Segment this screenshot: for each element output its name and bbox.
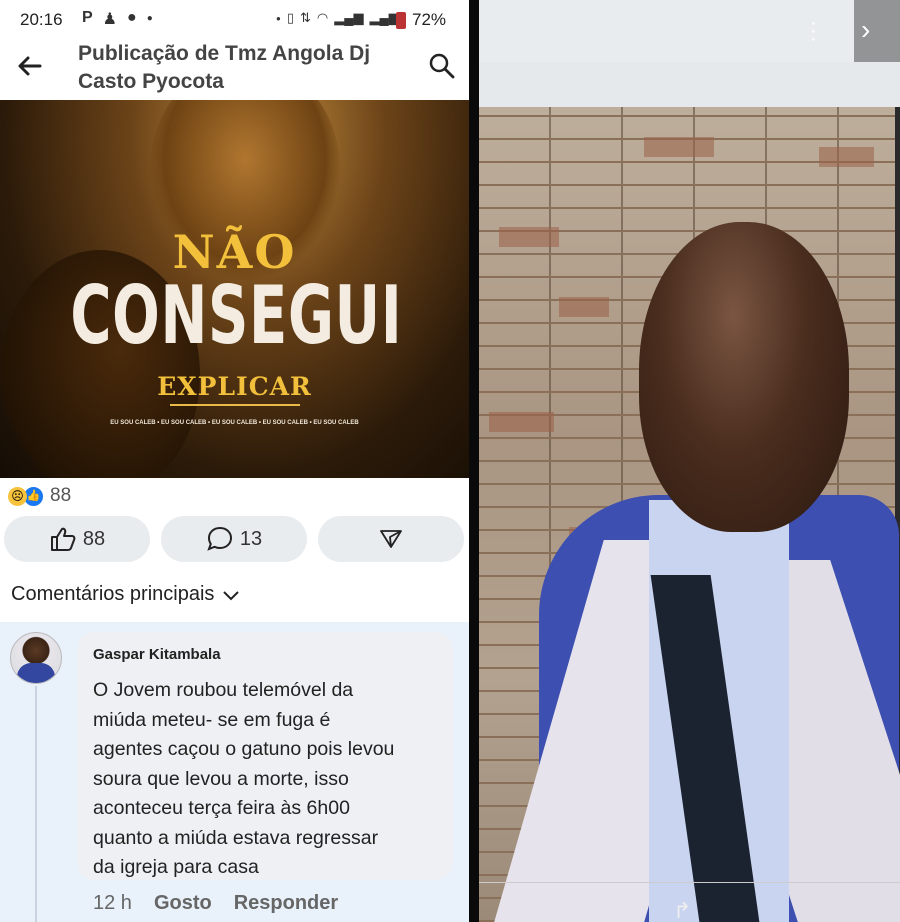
comment-line: O Jovem roubou telemóvel da — [93, 679, 354, 701]
comments-sort-dropdown[interactable]: Comentários principais — [11, 583, 240, 606]
vibrate-icon: ▯ — [286, 10, 294, 25]
share-arrow-icon — [380, 530, 402, 548]
poster-credit: EU SOU CALEB • EU SOU CALEB • EU SOU CAL… — [110, 420, 359, 426]
photo-viewer: · · · › ↱ — [479, 0, 900, 922]
data-arrows-icon: ⇅ — [300, 10, 311, 25]
poster-title-line2: CONSEGUI — [70, 269, 403, 362]
comment-author[interactable]: Gaspar Kitambala — [93, 646, 221, 663]
comment-line: soura que levou a morte, isso — [93, 767, 349, 790]
comment-text: O Jovem roubou telemóvel da miúda meteu-… — [93, 676, 433, 883]
signal-icon: ▂▄▆ — [369, 10, 399, 25]
system-icons: ● ▯ ⇅ ◠ ▂▄▆ ▂▄▆ — [276, 10, 399, 26]
dot-icon: ● — [146, 13, 153, 24]
wifi-icon: ◠ — [316, 10, 329, 25]
comments-list: Gaspar Kitambala O Jovem roubou telemóve… — [0, 622, 469, 922]
sad-reaction-icon: ☹ — [8, 486, 27, 506]
p-icon: P — [82, 9, 93, 26]
post-image[interactable]: NÃO CONSEGUI EXPLICAR EU SOU CALEB • EU … — [0, 100, 469, 478]
comments-header-label: Comentários principais — [11, 583, 215, 605]
status-time: 20:16 — [20, 10, 63, 29]
comment-line: aconteceu terça feira às 6h00 — [93, 797, 350, 819]
title-line-2: Casto Pyocota — [78, 70, 224, 93]
viewer-bottom-line — [479, 882, 900, 883]
comment-like-link[interactable]: Gosto — [154, 892, 212, 915]
comment-button[interactable]: 13 — [161, 516, 307, 562]
chat-icon: ● — [127, 9, 137, 26]
chevron-right-icon: › — [861, 14, 871, 45]
thumbs-up-icon — [50, 527, 76, 551]
person-head — [639, 222, 849, 532]
facebook-post-screen: 20:16 P ♟ ● ● ● ▯ ⇅ ◠ ▂▄▆ ▂▄▆ 72% Public… — [0, 0, 469, 922]
stone-tile — [644, 137, 714, 157]
comment-line: miúda meteu- se em fuga é — [93, 708, 331, 731]
share-button[interactable] — [318, 516, 464, 562]
battery-icon — [396, 12, 406, 29]
post-header: Publicação de Tmz Angola Dj Casto Pyocot… — [0, 38, 469, 100]
title-line-1: Publicação de Tmz Angola Dj — [78, 42, 371, 65]
reaction-count: 88 — [50, 485, 72, 506]
comment-bubble: Gaspar Kitambala O Jovem roubou telemóve… — [77, 632, 453, 880]
more-options-icon[interactable]: · · · — [810, 13, 817, 49]
post-actions: 88 13 — [4, 516, 466, 564]
comment-time: 12 h — [93, 892, 132, 914]
comment-meta: 12 h Gosto Responder — [93, 892, 338, 915]
photo-top-band — [479, 62, 900, 107]
comment-bubble-icon — [207, 526, 232, 551]
poster-divider — [170, 404, 300, 406]
avatar-suit — [17, 663, 55, 683]
stone-tile — [499, 227, 559, 247]
comment-reply-link[interactable]: Responder — [234, 892, 338, 915]
image-divider — [469, 0, 479, 922]
snapchat-icon: ♟ — [102, 11, 118, 28]
comment-line: quanto a miúda estava regressar — [93, 826, 379, 849]
battery-percent: 72% — [412, 10, 447, 29]
share-icon[interactable]: ↱ — [673, 898, 691, 922]
like-count: 88 — [82, 527, 106, 550]
notification-icons: P ♟ ● ● — [82, 9, 153, 29]
viewer-top-strip — [479, 0, 900, 62]
stone-tile — [559, 297, 609, 317]
search-icon[interactable] — [428, 52, 456, 80]
page-title: Publicação de Tmz Angola Dj Casto Pyocot… — [78, 40, 398, 96]
stone-tile — [819, 147, 874, 167]
thread-line — [35, 686, 37, 922]
reaction-summary[interactable]: ☹ 👍 88 — [8, 484, 71, 508]
dot-icon: ● — [276, 13, 281, 23]
signal-icon: ▂▄▆ — [334, 10, 364, 25]
comment-line: da igreja para casa — [93, 856, 259, 878]
status-bar: 20:16 P ♟ ● ● ● ▯ ⇅ ◠ ▂▄▆ ▂▄▆ 72% — [0, 0, 469, 42]
comment-count: 13 — [239, 527, 263, 550]
poster-title-line3: EXPLICAR — [157, 372, 312, 401]
back-arrow-icon[interactable] — [16, 52, 44, 80]
stone-tile — [489, 412, 554, 432]
like-button[interactable]: 88 — [4, 516, 150, 562]
avatar[interactable] — [10, 632, 62, 684]
comment-line: agentes caçou o gatuno pois levou — [93, 738, 395, 760]
chevron-down-icon — [223, 590, 240, 600]
